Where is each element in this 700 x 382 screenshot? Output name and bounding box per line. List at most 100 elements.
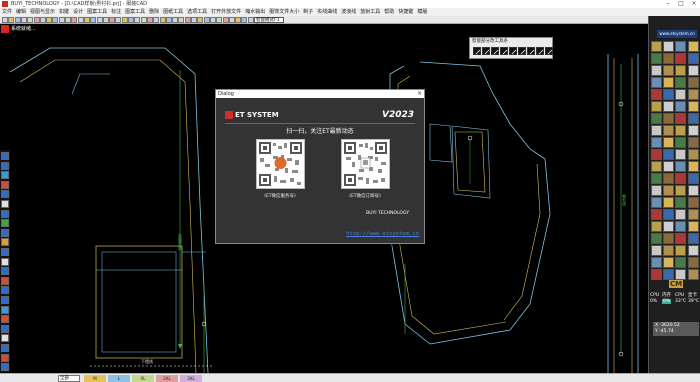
panel-tool-icon[interactable] [651,161,662,172]
toolbar-button-icon[interactable] [228,17,235,23]
floating-toolbar[interactable]: 智能部分改工具条 [469,37,553,59]
toolbar-button-icon[interactable] [83,17,90,23]
toolbar-button-icon[interactable] [33,17,40,23]
panel-tool-icon[interactable] [651,125,662,136]
panel-tool-icon[interactable] [687,149,699,160]
toolbar-button-icon[interactable] [8,17,15,23]
toolbar-button-icon[interactable] [216,17,223,23]
panel-tool-icon[interactable] [651,137,662,148]
maximize-icon[interactable]: □ [675,0,687,8]
panel-tool-icon[interactable] [675,53,687,64]
panel-tool-icon[interactable] [663,185,675,196]
panel-tool-icon[interactable] [687,89,699,100]
toolbar-button-icon[interactable] [90,17,97,23]
toolbar-button-icon[interactable] [172,17,179,23]
panel-tool-icon[interactable] [675,89,687,100]
left-tool-icon[interactable] [1,180,9,189]
panel-tool-icon[interactable] [687,125,699,136]
toolbar-button-icon[interactable] [197,17,204,23]
panel-tool-icon[interactable] [675,257,687,268]
size-swatch[interactable]: L [108,375,130,382]
left-tool-icon[interactable] [1,161,9,170]
toolbar-button-icon[interactable] [134,17,141,23]
size-swatch[interactable]: 3XL [180,375,202,382]
size-filter-select[interactable]: 全部 [58,375,80,382]
left-tool-icon[interactable] [1,286,9,295]
panel-tool-icon[interactable] [687,269,699,280]
panel-tool-icon[interactable] [675,173,687,184]
panel-tool-icon[interactable] [687,197,699,208]
float-tool-icon[interactable] [482,47,490,55]
panel-tool-icon[interactable] [687,209,699,220]
panel-tool-icon[interactable] [651,173,662,184]
panel-tool-icon[interactable] [663,257,675,268]
menu-item[interactable]: 实线曲线 [315,8,339,16]
mode-select[interactable]: 智能模式F1 ▾ [254,17,284,28]
left-tool-icon[interactable] [1,219,9,228]
toolbar-button-icon[interactable] [235,17,242,23]
toolbar-button-icon[interactable] [209,17,216,23]
left-tool-icon[interactable] [1,248,9,256]
left-tool-icon[interactable] [1,305,9,314]
menu-item[interactable]: 删除 [147,8,161,16]
panel-tool-icon[interactable] [675,233,687,244]
minimize-icon[interactable]: – [662,0,674,8]
left-tool-icon[interactable] [1,363,9,372]
panel-tool-icon[interactable] [687,113,699,124]
panel-tool-icon[interactable] [687,77,699,88]
close-icon[interactable]: × [688,0,700,8]
menu-item[interactable]: 设计 [71,8,85,16]
menu-item[interactable]: 放射工具 [358,8,382,16]
panel-tool-icon[interactable] [651,77,662,88]
left-tool-icon[interactable] [1,334,9,343]
panel-tool-icon[interactable] [651,269,662,280]
panel-tool-icon[interactable] [687,245,699,256]
panel-tool-icon[interactable] [651,233,662,244]
menu-item[interactable]: 扣键 [57,8,71,16]
left-tool-icon[interactable] [1,344,9,352]
left-tool-icon[interactable] [1,276,9,285]
toolbar-button-icon[interactable] [52,17,59,23]
panel-tool-icon[interactable] [687,41,699,52]
size-swatch[interactable]: 2XL [156,375,178,382]
panel-tool-icon[interactable] [675,221,687,232]
panel-tool-icon[interactable] [675,197,687,208]
menu-item[interactable]: 标注 [109,8,123,16]
toolbar-button-icon[interactable] [241,17,248,23]
panel-tool-icon[interactable] [663,269,675,280]
toolbar-button-icon[interactable] [96,17,103,23]
panel-tool-icon[interactable] [663,209,675,220]
toolbar-button-icon[interactable] [14,17,21,23]
panel-tool-icon[interactable] [675,209,687,220]
toolbar-button-icon[interactable] [165,17,172,23]
close-icon[interactable]: × [417,90,422,98]
toolbar-button-icon[interactable] [71,17,78,23]
toolbar-button-icon[interactable] [58,17,65,23]
menu-item[interactable]: 图案工具 [85,8,109,16]
panel-tool-icon[interactable] [651,101,662,112]
toolbar-button-icon[interactable] [146,17,153,23]
left-tool-icon[interactable] [1,315,9,324]
float-tool-icon[interactable] [545,47,553,55]
panel-tool-icon[interactable] [663,245,675,256]
size-swatch[interactable]: XL [132,375,154,382]
left-tool-icon[interactable] [1,228,9,237]
panel-tool-icon[interactable] [663,149,675,160]
panel-tool-icon[interactable] [675,161,687,172]
menu-item[interactable]: 编辑 [14,8,28,16]
menu-item[interactable]: 制子 [301,8,315,16]
left-tool-icon[interactable] [1,257,9,266]
panel-tool-icon[interactable] [675,269,687,280]
toolbar-button-icon[interactable] [203,17,210,23]
panel-tool-icon[interactable] [687,173,699,184]
left-tool-icon[interactable] [1,267,9,276]
panel-tool-icon[interactable] [687,257,699,268]
size-swatch[interactable]: M [84,375,106,382]
panel-tool-icon[interactable] [675,65,687,76]
menu-item[interactable]: 图案工具 [123,8,147,16]
panel-tool-icon[interactable] [675,137,687,148]
left-tool-icon[interactable] [1,200,9,208]
float-tool-icon[interactable] [536,47,544,55]
left-tool-icon[interactable] [1,190,9,199]
panel-tool-icon[interactable] [651,41,662,52]
